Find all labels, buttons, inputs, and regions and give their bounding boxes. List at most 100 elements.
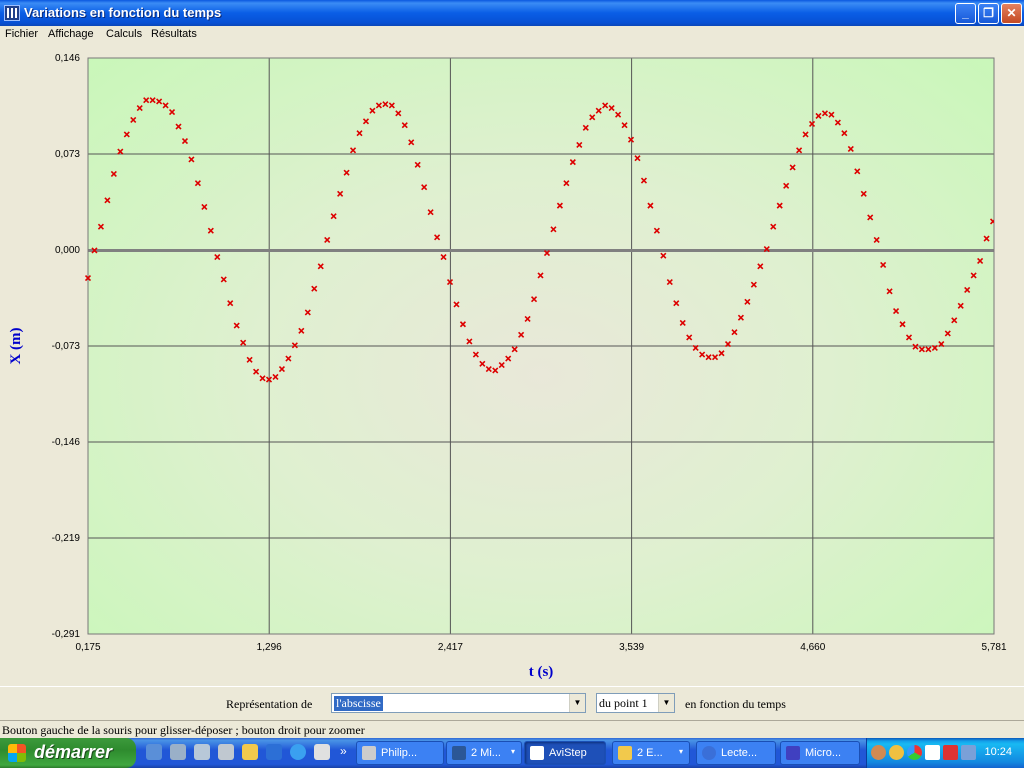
data-point-marker — [1003, 179, 1008, 184]
data-point-marker — [880, 261, 887, 269]
clock: 10:24 — [984, 746, 1012, 758]
data-point-marker — [989, 218, 994, 225]
avistep-icon — [530, 746, 544, 760]
function-of-time-label: en fonction du temps — [685, 697, 786, 711]
media-player-icon — [702, 746, 716, 760]
messenger-icon[interactable] — [889, 745, 904, 760]
data-point-marker — [673, 300, 680, 307]
data-point-marker — [977, 257, 984, 265]
x-axis-label: t (s) — [529, 664, 554, 680]
data-point-marker — [207, 227, 214, 234]
network-icon[interactable] — [218, 744, 234, 760]
data-point-marker — [343, 169, 350, 176]
data-point-marker — [291, 342, 298, 349]
data-point-marker — [201, 203, 208, 211]
data-point-marker — [349, 147, 357, 154]
data-point-marker — [679, 319, 686, 326]
zonealarm-icon[interactable] — [925, 745, 940, 760]
data-point-marker — [427, 209, 434, 216]
data-point-marker — [796, 147, 803, 154]
data-point-marker — [576, 141, 583, 149]
data-point-marker — [246, 356, 253, 363]
data-point-marker — [194, 180, 201, 187]
data-point-marker — [388, 102, 395, 109]
point-select-value: du point 1 — [599, 696, 648, 710]
task-micro[interactable]: Micro... — [780, 741, 860, 765]
task-avistep[interactable]: AviStep — [524, 741, 606, 765]
task-word-group[interactable]: 2 Mi... ▾ — [446, 741, 522, 765]
data-points — [84, 97, 1015, 383]
start-button[interactable]: démarrer — [0, 738, 136, 768]
data-point-marker — [156, 98, 163, 105]
chevron-down-icon[interactable]: ▼ — [658, 694, 674, 712]
data-point-marker — [440, 253, 447, 261]
data-point-marker — [983, 235, 990, 242]
y-tick-label: 0,146 — [55, 53, 80, 64]
data-point-marker — [375, 102, 382, 109]
app-icon — [786, 746, 800, 760]
data-point-marker — [472, 351, 479, 358]
data-point-marker — [311, 285, 318, 292]
data-point-marker — [434, 234, 441, 241]
word-icon — [452, 746, 466, 760]
data-point-marker — [957, 302, 964, 309]
data-point-marker — [556, 202, 563, 209]
data-point-marker — [589, 114, 596, 121]
data-point-marker — [414, 161, 421, 168]
drive-icon[interactable] — [194, 744, 210, 760]
chrome-icon[interactable] — [907, 745, 922, 760]
data-point-marker — [337, 190, 344, 197]
data-point-marker — [718, 350, 725, 357]
show-desktop-icon[interactable] — [146, 744, 162, 760]
task-explorer-group[interactable]: 2 E... ▾ — [612, 741, 690, 765]
y-tick-label: -0,219 — [52, 533, 81, 544]
data-point-marker — [860, 190, 867, 197]
quicklaunch-overflow-icon[interactable]: » — [340, 744, 347, 758]
data-point-marker — [485, 366, 492, 373]
network-icon[interactable] — [961, 745, 976, 760]
x-tick-label: 5,781 — [981, 642, 1006, 653]
quantity-select[interactable]: l'abscisse ▼ — [331, 693, 586, 713]
x-tick-label: 2,417 — [438, 642, 463, 653]
point-select[interactable]: du point 1 ▼ — [596, 693, 675, 713]
tray-expand-icon[interactable] — [871, 745, 886, 760]
printer-icon[interactable] — [170, 744, 186, 760]
data-point-marker — [847, 145, 854, 153]
data-point-marker — [854, 168, 861, 175]
scatter-chart[interactable]: 0,175 1,296 2,417 3,539 4,660 5,781 0,146 0,073… — [0, 0, 1024, 686]
data-point-marker — [401, 122, 408, 129]
task-media-player[interactable]: Lecte... — [696, 741, 776, 765]
status-bar: Bouton gauche de la souris pour glisser-… — [0, 720, 1024, 738]
data-point-marker — [647, 202, 654, 209]
task-label: Micro... — [805, 747, 842, 759]
data-point-marker — [498, 362, 505, 369]
data-point-marker — [317, 263, 324, 270]
system-tray: 10:24 — [866, 738, 1024, 768]
data-point-marker — [278, 366, 286, 373]
data-point-marker — [783, 182, 790, 189]
task-label: Philip... — [381, 747, 418, 759]
mail-icon[interactable] — [314, 744, 330, 760]
data-point-marker — [925, 346, 932, 353]
data-point-marker — [711, 354, 719, 361]
data-point-marker — [104, 197, 111, 204]
data-point-marker — [181, 137, 189, 145]
folder-icon[interactable] — [242, 744, 258, 760]
data-point-marker — [1010, 161, 1015, 166]
task-philips[interactable]: Philip... — [356, 741, 444, 765]
data-point-marker — [537, 272, 544, 279]
x-tick-label: 3,539 — [619, 642, 644, 653]
shield-icon[interactable] — [943, 745, 958, 760]
task-label: 2 Mi... — [471, 747, 501, 759]
data-point-marker — [964, 286, 971, 294]
phone-icon[interactable] — [266, 744, 282, 760]
chevron-down-icon[interactable]: ▼ — [569, 694, 585, 712]
data-point-marker — [466, 338, 473, 345]
data-point-marker — [530, 296, 538, 303]
data-point-marker — [944, 330, 951, 337]
data-point-marker — [660, 252, 667, 259]
y-tick-label: 0,000 — [55, 245, 80, 256]
taskbar: démarrer » Philip... 2 Mi... ▾ AviStep 2… — [0, 738, 1024, 768]
windows-logo-icon — [8, 744, 26, 762]
internet-explorer-icon[interactable] — [290, 744, 306, 760]
